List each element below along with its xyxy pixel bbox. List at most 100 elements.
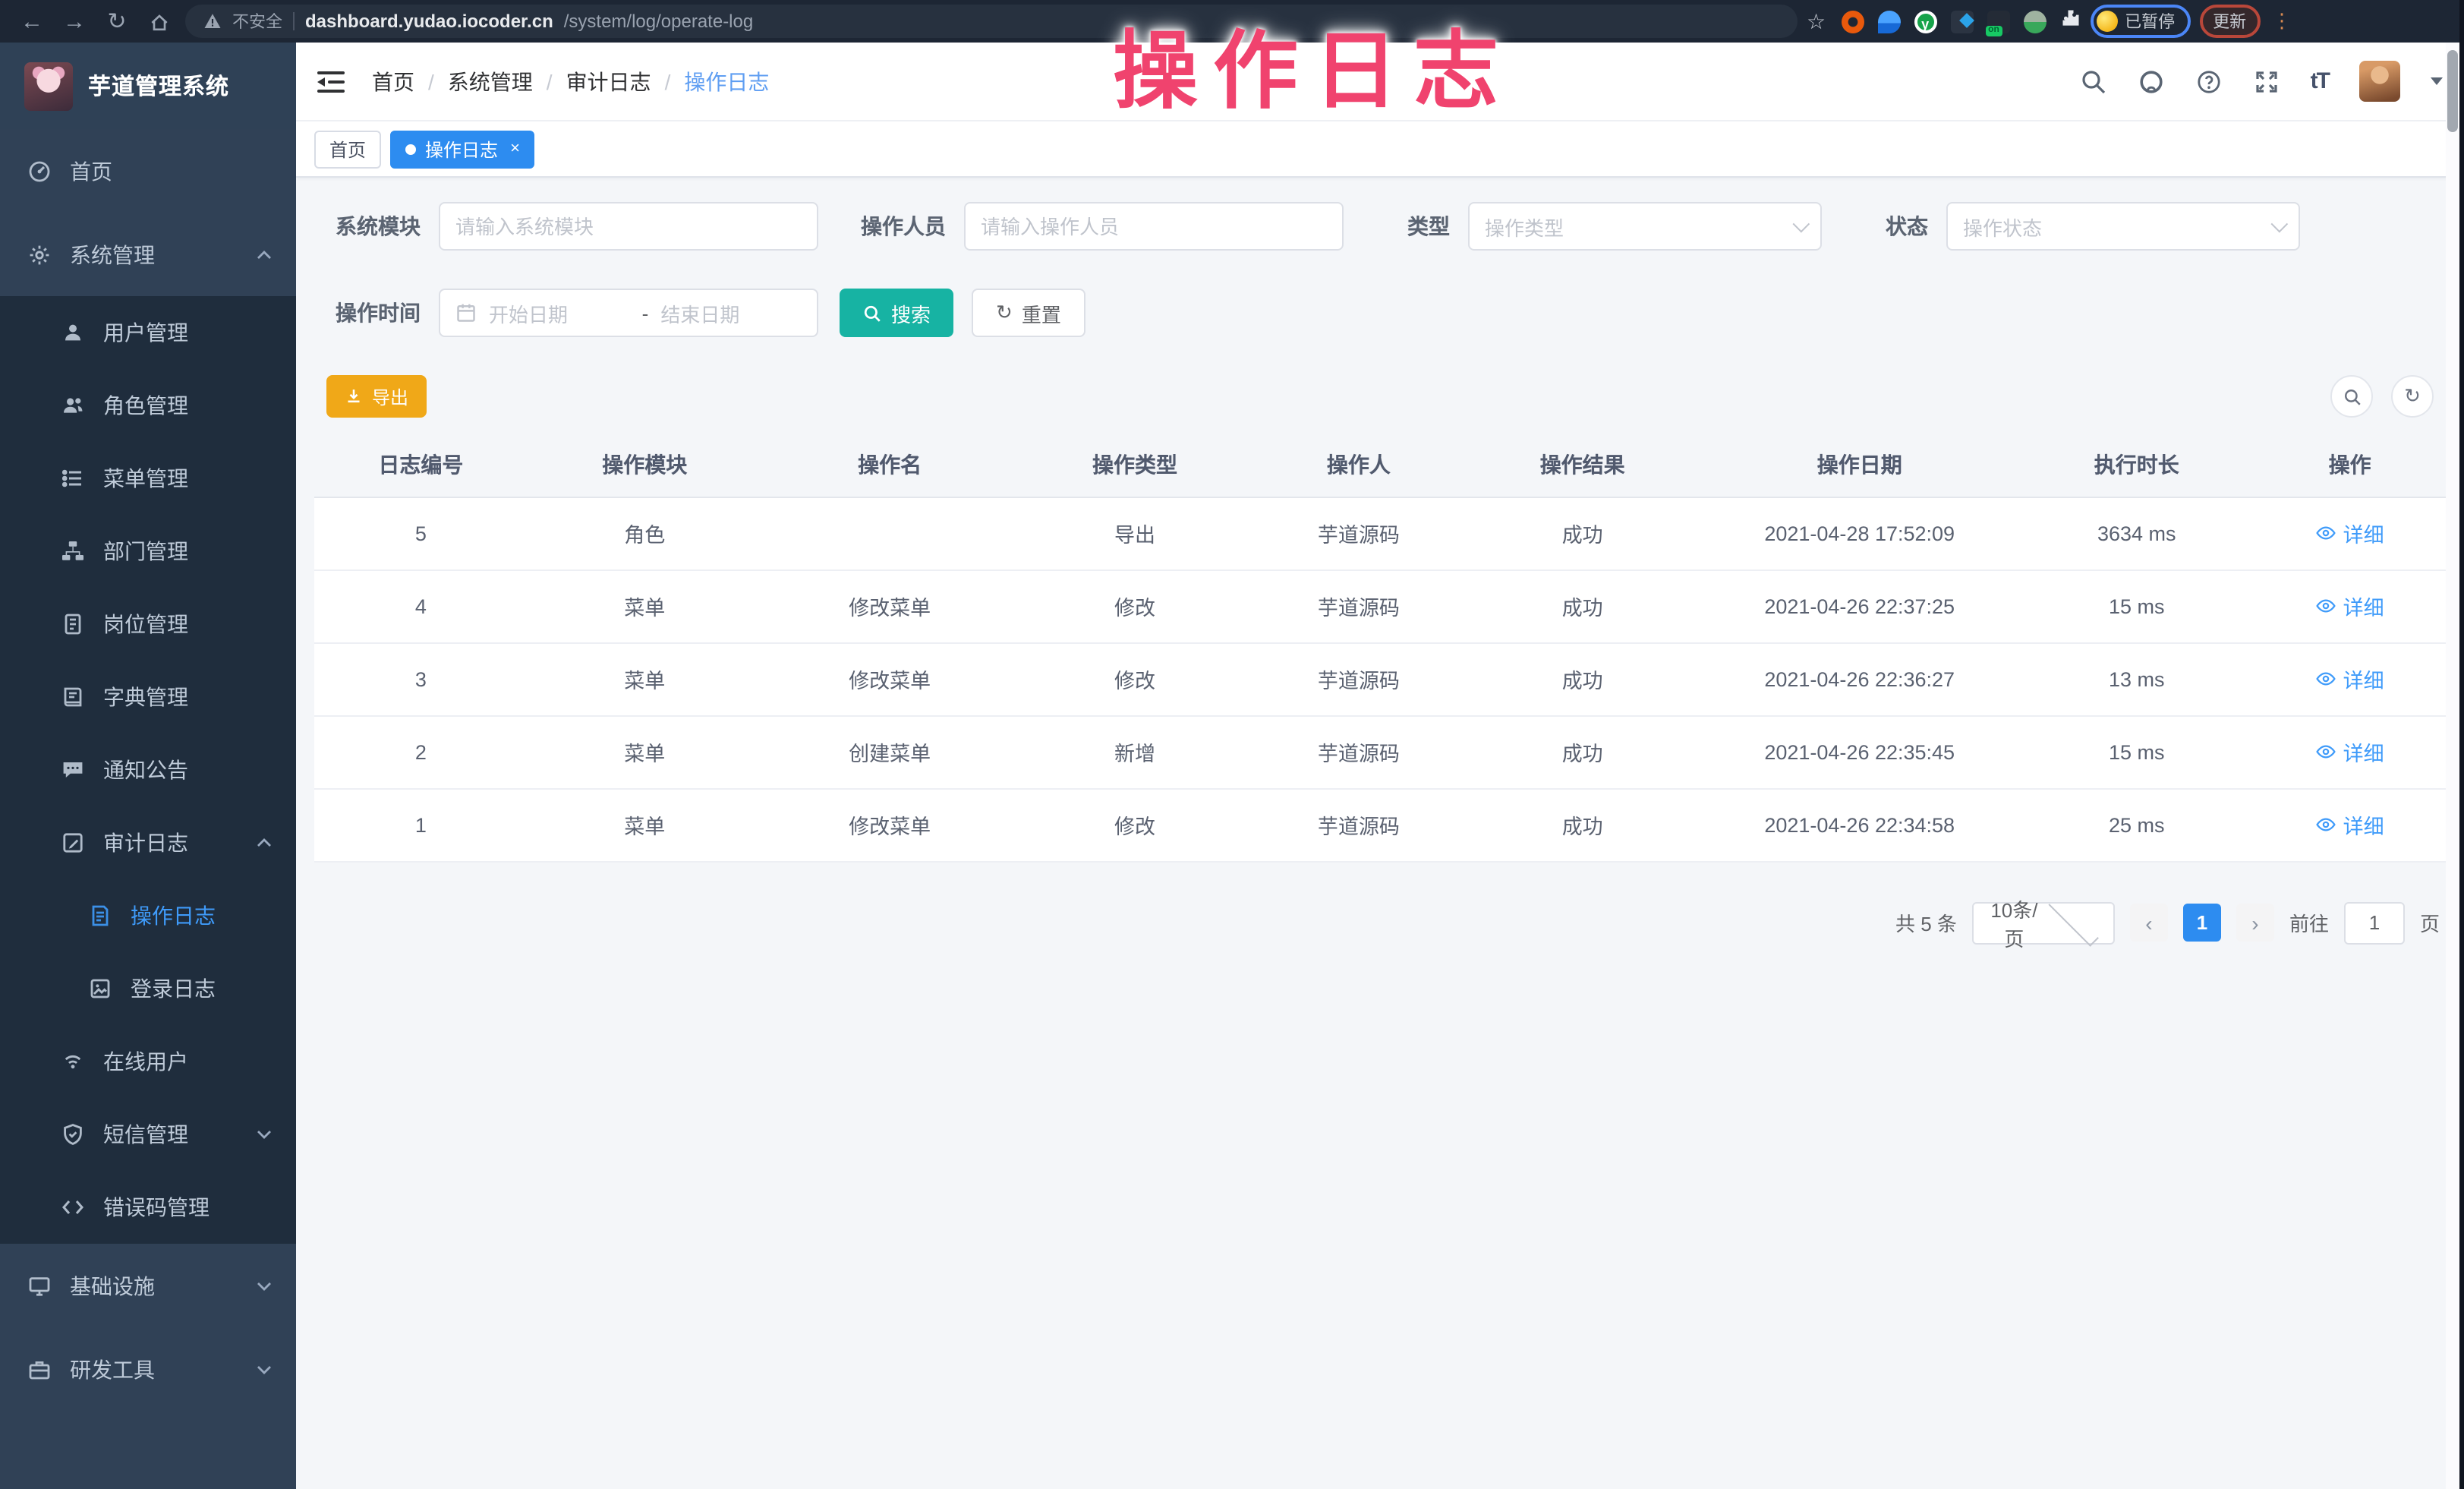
github-icon[interactable] [2138,68,2165,95]
detail-link[interactable]: 详细 [2316,591,2384,621]
sidebar-item-role-management[interactable]: 角色管理 [0,369,296,442]
detail-link[interactable]: 详细 [2316,518,2384,548]
extension-leaf-icon[interactable] [2023,10,2046,33]
reset-button[interactable]: ↻ 重置 [972,289,1085,337]
type-select[interactable]: 操作类型 [1468,202,1822,251]
browser-forward-icon[interactable]: → [58,10,91,33]
scrollbar-thumb[interactable] [2447,50,2458,132]
sidebar-item-operate-log[interactable]: 操作日志 [0,879,296,952]
column-header: 操作日期 [1700,433,2019,497]
table-actions: ↻ [2330,375,2434,418]
puzzle-icon[interactable] [2059,7,2081,36]
sidebar-item-notice[interactable]: 通知公告 [0,733,296,806]
sidebar-item-label: 在线用户 [103,1046,188,1077]
update-button[interactable]: 更新 [2199,5,2260,38]
magnifier-icon [862,303,882,323]
sidebar-item-login-log[interactable]: 登录日志 [0,952,296,1025]
browser-back-icon[interactable]: ← [15,10,49,33]
header-actions: tT [2080,61,2443,102]
cell-op-type: 修改 [1018,788,1252,861]
chevron-down-icon [2271,216,2289,233]
chevron-down-icon [257,1281,272,1290]
page-size-value: 10条/页 [1986,894,2043,951]
chevron-down-icon [2049,895,2099,945]
column-header: 操作 [2254,433,2446,497]
breadcrumb-audit[interactable]: 审计日志 [566,66,651,96]
emoji-avatar-icon [2096,11,2117,32]
cell-operator: 芋道源码 [1252,788,1465,861]
help-icon[interactable] [2195,68,2223,95]
current-page-button[interactable]: 1 [2183,904,2221,942]
detail-link[interactable]: 详细 [2316,737,2384,767]
user-avatar[interactable] [2359,61,2400,102]
sidebar-item-dev-tools[interactable]: 研发工具 [0,1327,296,1411]
toolbox-icon [27,1357,52,1381]
sidebar-item-post-management[interactable]: 岗位管理 [0,588,296,661]
scrollbar-track[interactable] [2446,43,2459,1489]
extension-orange-icon[interactable] [1841,10,1864,33]
browser-toolbar: ← → ↻ 不安全 dashboard.yudao.iocoder.cn/sys… [0,0,2464,43]
chevron-left-icon: ‹ [2145,910,2152,935]
cell-actions: 详细 [2254,788,2446,861]
fullscreen-icon[interactable] [2253,68,2280,95]
sidebar-item-label: 研发工具 [70,1354,155,1384]
sidebar-item-sms-management[interactable]: 短信管理 [0,1098,296,1171]
table-toolbar: 导出 ↻ [326,375,2434,418]
font-size-icon[interactable]: tT [2311,68,2329,94]
export-button[interactable]: 导出 [326,375,427,418]
detail-link[interactable]: 详细 [2316,664,2384,694]
paused-label: 已暂停 [2125,9,2175,33]
browser-menu-icon[interactable]: ⋮ [2269,9,2295,33]
monitor-icon [27,1273,52,1298]
goto-page-input[interactable] [2344,901,2405,944]
close-icon[interactable]: × [510,140,520,158]
sidebar-item-audit-log[interactable]: 审计日志 [0,806,296,879]
module-input[interactable] [439,202,818,251]
cell-actions: 详细 [2254,642,2446,715]
avatar-caret-down-icon[interactable] [2431,77,2443,91]
sidebar-item-dict-management[interactable]: 字典管理 [0,661,296,733]
extension-wallet-icon[interactable] [1950,10,1973,33]
date-range-picker[interactable]: 开始日期 - 结束日期 [439,289,818,337]
cell-operator: 芋道源码 [1252,497,1465,569]
page-size-select[interactable]: 10条/页 [1972,901,2115,944]
operator-input[interactable] [964,202,1344,251]
extension-green-icon[interactable]: y [1914,10,1936,33]
sidebar-item-system-management[interactable]: 系统管理 [0,213,296,296]
table-refresh-button[interactable]: ↻ [2391,375,2434,418]
module-label: 系统模块 [314,211,421,241]
extension-on-icon[interactable]: on [1987,10,2009,33]
tag-home[interactable]: 首页 [314,130,381,168]
cell-date: 2021-04-26 22:35:45 [1700,715,2019,788]
browser-reload-icon[interactable]: ↻ [100,10,134,33]
address-bar[interactable]: 不安全 dashboard.yudao.iocoder.cn/system/lo… [185,5,1798,38]
tag-operate-log[interactable]: 操作日志 × [390,130,535,168]
download-icon [345,387,363,405]
table-search-toggle-button[interactable] [2330,375,2373,418]
sidebar-item-online-users[interactable]: 在线用户 [0,1025,296,1098]
sidebar-item-home[interactable]: 首页 [0,129,296,213]
reset-button-label: 重置 [1022,298,1061,327]
sidebar-item-user-management[interactable]: 用户管理 [0,296,296,369]
online-signal-icon [61,1049,85,1074]
search-button[interactable]: 搜索 [840,289,953,337]
browser-home-icon[interactable] [143,10,176,33]
prev-page-button[interactable]: ‹ [2130,904,2168,942]
sidebar-item-infrastructure[interactable]: 基础设施 [0,1244,296,1327]
profile-paused-badge[interactable]: 已暂停 [2090,5,2190,38]
breadcrumb-home[interactable]: 首页 [372,66,414,96]
extension-pin-icon[interactable] [1877,10,1900,33]
chevron-down-icon [1793,216,1810,233]
sidebar-item-errorcode-management[interactable]: 错误码管理 [0,1171,296,1244]
sidebar-item-menu-management[interactable]: 菜单管理 [0,442,296,515]
bookmark-star-icon[interactable]: ☆ [1807,8,1826,34]
next-page-button[interactable]: › [2236,904,2274,942]
status-select[interactable]: 操作状态 [1946,202,2300,251]
breadcrumb-system[interactable]: 系统管理 [448,66,533,96]
tags-view: 首页 操作日志 × [296,121,2464,178]
detail-link[interactable]: 详细 [2316,809,2384,840]
cell-op-name: 修改菜单 [762,642,1018,715]
search-icon[interactable] [2080,68,2107,95]
sidebar-item-dept-management[interactable]: 部门管理 [0,515,296,588]
collapse-sidebar-icon[interactable] [317,69,348,93]
